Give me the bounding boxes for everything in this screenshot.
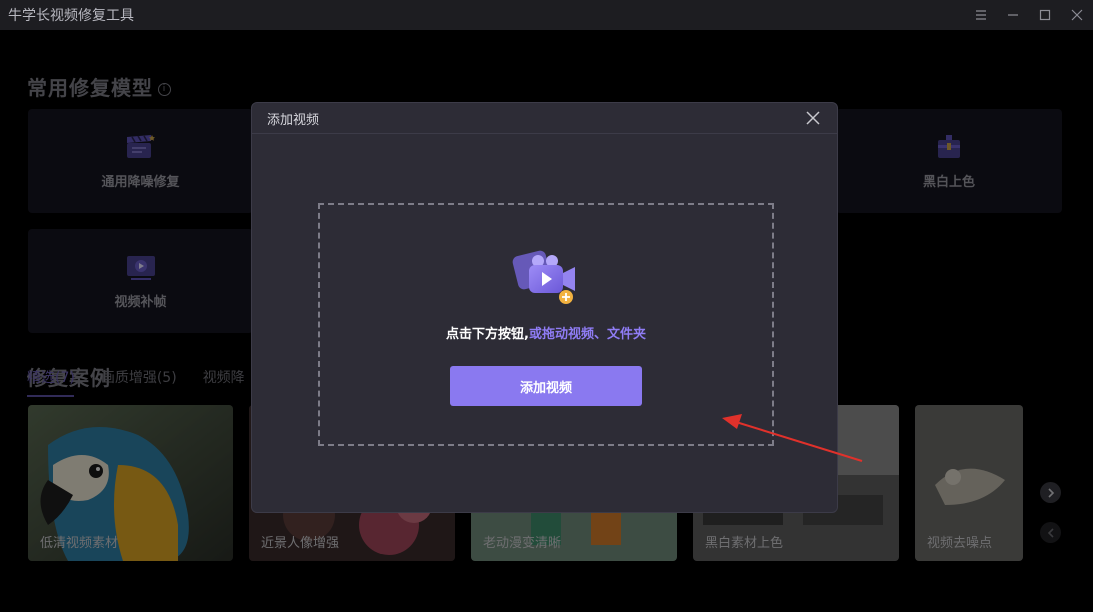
add-video-dialog: 添加视频 点击下方按钮,或拖动视频、文件夹 添加视频 [251,102,838,513]
drop-instruction-highlight: 或拖动视频、文件夹 [528,327,646,342]
close-icon[interactable] [805,110,821,126]
add-video-button[interactable]: 添加视频 [450,366,642,406]
maximize-icon[interactable] [1029,0,1061,30]
minimize-icon[interactable] [997,0,1029,30]
add-video-camera-icon [512,250,575,304]
close-window-icon[interactable] [1061,0,1093,30]
drop-instructions: 点击下方按钮,或拖动视频、文件夹 [446,323,646,342]
drop-instruction-main: 点击下方按钮, [446,327,529,342]
title-bar: 牛学长视频修复工具 [0,0,1093,30]
menu-icon[interactable] [965,0,997,30]
drop-zone[interactable]: 点击下方按钮,或拖动视频、文件夹 添加视频 [318,203,774,446]
dialog-header: 添加视频 [252,103,837,134]
window-controls [965,0,1093,30]
dialog-title: 添加视频 [267,112,320,128]
app-title: 牛学长视频修复工具 [8,8,134,24]
